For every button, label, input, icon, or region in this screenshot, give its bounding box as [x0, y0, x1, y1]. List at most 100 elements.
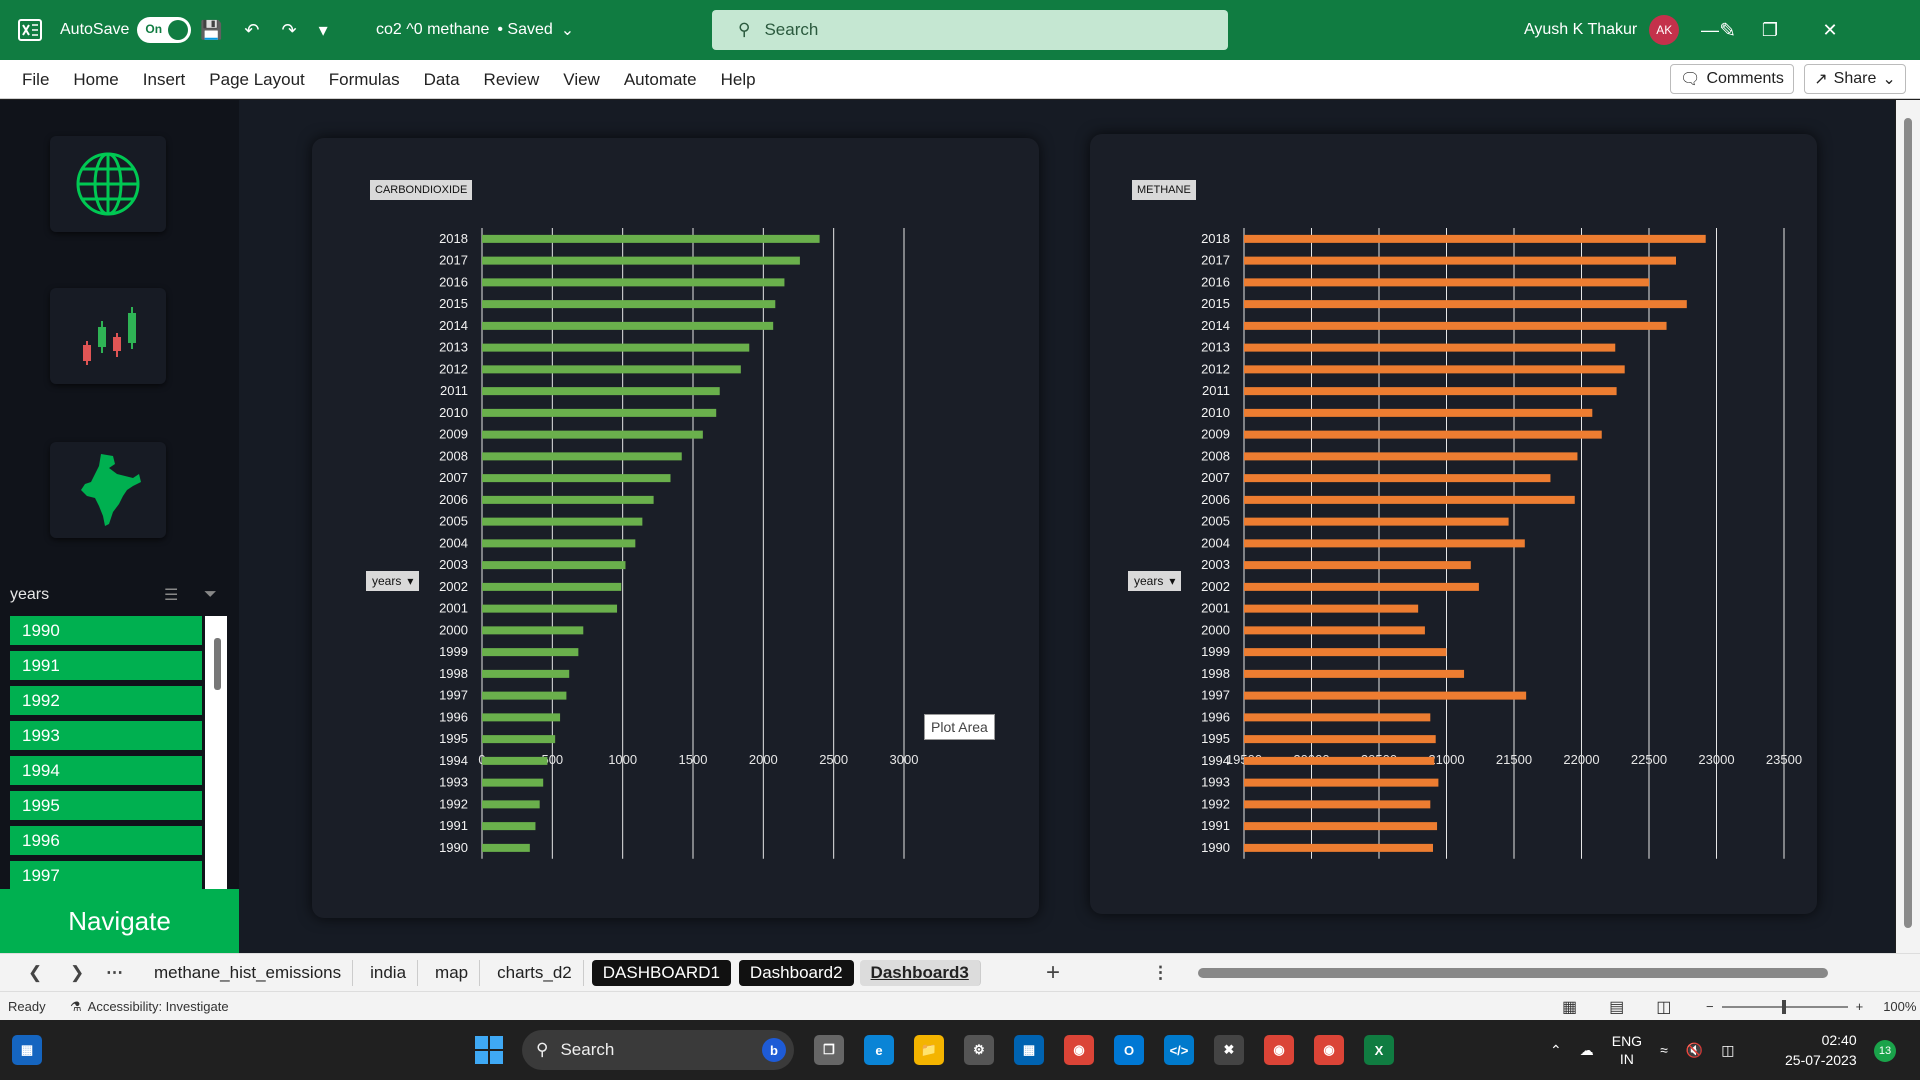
clear-filter-icon[interactable]: ⏷ [204, 586, 217, 604]
onedrive-icon[interactable]: ☁ [1580, 1042, 1594, 1059]
bar-2013[interactable] [1244, 343, 1616, 352]
bar-1993[interactable] [482, 778, 544, 787]
task-view-icon[interactable]: ❐ [814, 1035, 844, 1065]
taskbar-search-input[interactable]: ⚲ Search b [522, 1030, 794, 1070]
slicer-item-1991[interactable]: 1991 [10, 651, 202, 680]
customize-toolbar-icon[interactable]: ▾ [319, 20, 328, 41]
bar-2006[interactable] [1244, 495, 1575, 504]
bar-1990[interactable] [482, 843, 530, 852]
bar-1998[interactable] [1244, 669, 1465, 678]
bar-1994[interactable] [1244, 756, 1435, 765]
clock[interactable]: 02:40 25-07-2023 [1785, 1030, 1857, 1070]
sheet-tab-india[interactable]: india [359, 960, 419, 986]
bar-2010[interactable] [1244, 408, 1593, 417]
save-icon[interactable]: 💾 [200, 20, 222, 41]
bar-1991[interactable] [1244, 822, 1438, 831]
zoom-level[interactable]: 100% [1883, 999, 1916, 1014]
bar-2006[interactable] [482, 495, 654, 504]
slicer-item-1995[interactable]: 1995 [10, 791, 202, 820]
language-indicator[interactable]: ENG IN [1612, 1032, 1642, 1068]
bar-2012[interactable] [482, 365, 741, 374]
minimize-icon[interactable]: — [1680, 20, 1740, 41]
avatar[interactable]: AK [1649, 15, 1680, 45]
slicer-item-1994[interactable]: 1994 [10, 756, 202, 785]
bar-2003[interactable] [482, 561, 626, 570]
tab-formulas[interactable]: Formulas [317, 70, 412, 90]
bar-2005[interactable] [482, 517, 643, 526]
tab-view[interactable]: View [551, 70, 612, 90]
edge-icon[interactable]: e [864, 1035, 894, 1065]
sheet-tab-charts-d2[interactable]: charts_d2 [486, 960, 584, 986]
bar-2007[interactable] [482, 474, 671, 483]
methane-chart-panel[interactable]: 1950020000205002100021500220002250023000… [1090, 134, 1817, 914]
bar-1995[interactable] [482, 735, 556, 744]
bar-2007[interactable] [1244, 474, 1551, 483]
slicer-item-1990[interactable]: 1990 [10, 616, 202, 645]
bar-2002[interactable] [1244, 582, 1479, 591]
normal-view-icon[interactable]: ▦ [1562, 997, 1577, 1017]
bar-1991[interactable] [482, 822, 536, 831]
xbox-icon[interactable]: ✖ [1214, 1035, 1244, 1065]
slicer-item-1996[interactable]: 1996 [10, 826, 202, 855]
bar-2011[interactable] [1244, 387, 1617, 396]
file-explorer-icon[interactable]: 📁 [914, 1035, 944, 1065]
tab-automate[interactable]: Automate [612, 70, 709, 90]
bar-2004[interactable] [1244, 539, 1525, 548]
sheet-tab-map[interactable]: map [424, 960, 481, 986]
more-sheets-icon[interactable]: ⋯ [106, 954, 123, 992]
zoom-slider[interactable] [1721, 999, 1848, 1014]
sheet-tab-dashboard1[interactable]: DASHBOARD1 [591, 960, 731, 986]
document-name-button[interactable]: co2 ^0 methane • Saved ⌄ [376, 0, 574, 60]
tab-home[interactable]: Home [61, 70, 130, 90]
methane-years-field-button[interactable]: years ▾ [1128, 571, 1182, 591]
tab-data[interactable]: Data [412, 70, 472, 90]
page-layout-view-icon[interactable]: ▤ [1609, 997, 1624, 1017]
bar-2012[interactable] [1244, 365, 1625, 374]
comments-button[interactable]: 🗨 Comments [1670, 64, 1794, 94]
bar-2018[interactable] [482, 234, 820, 243]
bar-1998[interactable] [482, 669, 570, 678]
horizontal-scrollbar[interactable] [1180, 968, 1870, 978]
show-hidden-icons-icon[interactable]: ⌃ [1550, 1042, 1562, 1059]
store-icon[interactable]: ▦ [1014, 1035, 1044, 1065]
slicer-item-1992[interactable]: 1992 [10, 686, 202, 715]
vertical-scrollbar[interactable] [1896, 100, 1920, 953]
bar-2009[interactable] [482, 430, 703, 439]
undo-icon[interactable]: ↶ [244, 20, 259, 41]
bar-2014[interactable] [1244, 321, 1667, 330]
chevron-down-icon[interactable]: ⌄ [1882, 69, 1895, 89]
bar-2014[interactable] [482, 321, 774, 330]
navigate-button[interactable]: Navigate [0, 889, 239, 953]
methane-bar-chart[interactable]: 1950020000205002100021500220002250023000… [1090, 134, 1817, 914]
sheet-tab-methane-hist-emissions[interactable]: methane_hist_emissions [143, 960, 354, 986]
bar-1997[interactable] [1244, 691, 1527, 700]
bar-2005[interactable] [1244, 517, 1509, 526]
wifi-icon[interactable]: ≈ [1660, 1042, 1668, 1058]
bar-2016[interactable] [1244, 278, 1649, 287]
bar-2003[interactable] [1244, 561, 1471, 570]
bar-1996[interactable] [482, 713, 561, 722]
chart-nav-button[interactable] [50, 288, 166, 384]
tab-file[interactable]: File [10, 70, 61, 90]
bar-1997[interactable] [482, 691, 567, 700]
bar-2008[interactable] [482, 452, 682, 461]
chrome-profile-1-icon[interactable]: ◉ [1264, 1035, 1294, 1065]
tab-help[interactable]: Help [709, 70, 768, 90]
autosave-toggle[interactable]: On [137, 17, 192, 43]
bar-1999[interactable] [482, 648, 579, 657]
india-nav-button[interactable] [50, 442, 166, 538]
accessibility-status[interactable]: ⚗ Accessibility: Investigate [70, 992, 229, 1021]
bar-2009[interactable] [1244, 430, 1602, 439]
multi-select-icon[interactable]: ☰ [164, 585, 178, 605]
bar-1995[interactable] [1244, 735, 1436, 744]
redo-icon[interactable]: ↷ [282, 20, 297, 41]
zoom-in-icon[interactable]: + [1856, 999, 1864, 1014]
bar-1990[interactable] [1244, 843, 1433, 852]
volume-muted-icon[interactable]: 🔇 [1686, 1042, 1703, 1059]
slicer-item-1993[interactable]: 1993 [10, 721, 202, 750]
excel-taskbar-icon[interactable]: X [1364, 1035, 1394, 1065]
bar-1994[interactable] [482, 756, 548, 765]
settings-icon[interactable]: ⚙ [964, 1035, 994, 1065]
sheet-options-icon[interactable]: ⋮ [1152, 954, 1169, 992]
bar-1993[interactable] [1244, 778, 1439, 787]
